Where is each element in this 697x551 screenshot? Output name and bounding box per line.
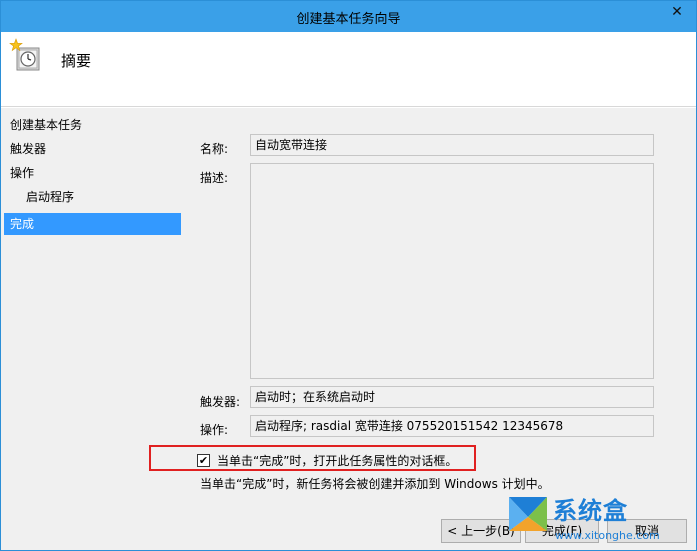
close-button[interactable]: ✕ xyxy=(664,2,690,22)
open-properties-checkbox[interactable]: ✔ xyxy=(197,453,210,467)
finish-note: 当单击“完成”时，新任务将会被创建并添加到 Windows 计划中。 xyxy=(200,477,550,491)
task-clock-icon xyxy=(9,38,40,71)
step-create-basic-task[interactable]: 创建基本任务 xyxy=(4,114,181,136)
window-title: 创建基本任务向导 xyxy=(296,12,401,27)
site-watermark: 系统盒 www.xitonghe.com xyxy=(503,487,696,549)
action-label: 操作: xyxy=(200,423,229,437)
wizard-header: 摘要 xyxy=(1,32,696,107)
wizard-window: 创建基本任务向导 ✕ 摘要 创建基本任务 触发器 操作 启动程序 完成 名称: … xyxy=(0,0,697,551)
title-bar[interactable]: 创建基本任务向导 ✕ xyxy=(1,1,696,32)
check-icon: ✔ xyxy=(198,453,209,467)
page-title: 摘要 xyxy=(61,52,92,70)
open-properties-option[interactable]: ✔ 当单击“完成”时，打开此任务属性的对话框。 xyxy=(197,451,457,469)
step-finish[interactable]: 完成 xyxy=(4,213,181,235)
watermark-logo-icon xyxy=(509,497,547,531)
step-start-program[interactable]: 启动程序 xyxy=(4,186,181,208)
name-field[interactable]: 自动宽带连接 xyxy=(250,134,654,156)
wizard-steps: 创建基本任务 触发器 操作 启动程序 完成 xyxy=(1,108,183,550)
description-field[interactable] xyxy=(250,163,654,379)
close-icon: ✕ xyxy=(671,4,683,20)
trigger-label: 触发器: xyxy=(200,395,241,409)
watermark-url: www.xitonghe.com xyxy=(555,529,660,542)
step-trigger[interactable]: 触发器 xyxy=(4,138,181,160)
name-label: 名称: xyxy=(200,142,229,156)
open-properties-label[interactable]: 当单击“完成”时，打开此任务属性的对话框。 xyxy=(217,452,457,469)
description-label: 描述: xyxy=(200,171,229,185)
wizard-body: 创建基本任务 触发器 操作 启动程序 完成 名称: 自动宽带连接 描述: 触发器… xyxy=(1,108,696,550)
step-action[interactable]: 操作 xyxy=(4,162,181,184)
action-field[interactable]: 启动程序; rasdial 宽带连接 075520151542 12345678 xyxy=(250,415,654,437)
trigger-field[interactable]: 启动时；在系统启动时 xyxy=(250,386,654,408)
watermark-text: 系统盒 xyxy=(553,497,628,525)
